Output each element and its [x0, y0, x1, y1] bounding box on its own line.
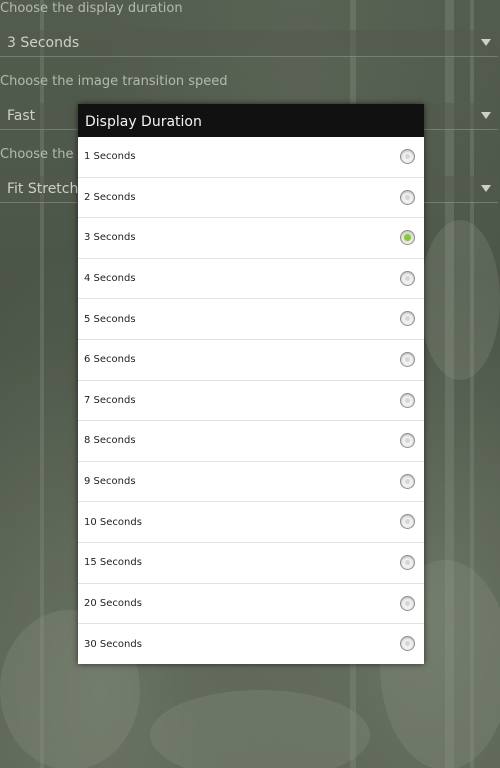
duration-option[interactable]: 8 Seconds	[78, 421, 424, 462]
radio-dot	[404, 234, 411, 242]
radio-dot	[405, 438, 410, 444]
duration-option-label: 2 Seconds	[84, 191, 136, 203]
duration-option[interactable]: 6 Seconds	[78, 340, 424, 381]
duration-option[interactable]: 9 Seconds	[78, 462, 424, 503]
duration-option-label: 8 Seconds	[84, 435, 136, 447]
radio-dot	[405, 154, 410, 159]
duration-option-label: 15 Seconds	[84, 557, 142, 569]
duration-option[interactable]: 10 Seconds	[78, 502, 424, 543]
radio-dot	[405, 559, 410, 565]
duration-option[interactable]: 2 Seconds	[78, 178, 424, 219]
duration-option[interactable]: 15 Seconds	[78, 543, 424, 584]
duration-option-label: 10 Seconds	[84, 516, 142, 528]
radio-unselected-icon[interactable]	[400, 392, 415, 408]
radio-dot	[405, 316, 410, 322]
radio-unselected-icon[interactable]	[400, 473, 415, 489]
duration-option-label: 4 Seconds	[84, 273, 136, 285]
radio-unselected-icon[interactable]	[400, 311, 415, 327]
duration-option-label: 7 Seconds	[84, 394, 136, 406]
radio-unselected-icon[interactable]	[400, 149, 415, 164]
radio-dot	[405, 519, 410, 525]
duration-option-label: 1 Seconds	[84, 151, 136, 163]
duration-option-label: 6 Seconds	[84, 354, 136, 366]
dialog-title: Display Duration	[78, 104, 424, 137]
radio-unselected-icon[interactable]	[400, 351, 415, 367]
display-duration-dialog: Display Duration 1 Seconds 2 Seconds 3 Sec…	[78, 104, 424, 664]
radio-unselected-icon[interactable]	[400, 636, 415, 652]
duration-options-list: 1 Seconds 2 Seconds 3 Seconds 4 Seconds 5 Se…	[78, 137, 424, 665]
radio-unselected-icon[interactable]	[400, 433, 415, 449]
duration-option-label: 20 Seconds	[84, 597, 142, 609]
radio-dot	[405, 275, 410, 281]
duration-option-label: 3 Seconds	[84, 232, 136, 244]
radio-unselected-icon[interactable]	[400, 514, 415, 530]
radio-dot	[405, 600, 410, 606]
duration-option[interactable]: 7 Seconds	[78, 381, 424, 422]
duration-option[interactable]: 4 Seconds	[78, 259, 424, 300]
radio-unselected-icon[interactable]	[400, 554, 415, 570]
duration-option-label: 30 Seconds	[84, 638, 142, 650]
radio-dot	[405, 478, 410, 484]
radio-dot	[405, 641, 410, 647]
duration-option-label: 5 Seconds	[84, 313, 136, 325]
radio-unselected-icon[interactable]	[400, 595, 415, 611]
radio-dot	[405, 397, 410, 403]
duration-option[interactable]: 5 Seconds	[78, 299, 424, 340]
radio-unselected-icon[interactable]	[400, 189, 415, 205]
duration-option[interactable]: 30 Seconds	[78, 624, 424, 665]
duration-option[interactable]: 3 Seconds	[78, 218, 424, 259]
radio-unselected-icon[interactable]	[400, 270, 415, 286]
radio-dot	[405, 194, 410, 200]
radio-dot	[405, 356, 410, 362]
duration-option[interactable]: 1 Seconds	[78, 137, 424, 178]
duration-option[interactable]: 20 Seconds	[78, 584, 424, 625]
radio-selected-icon[interactable]	[400, 230, 415, 246]
duration-option-label: 9 Seconds	[84, 476, 136, 488]
